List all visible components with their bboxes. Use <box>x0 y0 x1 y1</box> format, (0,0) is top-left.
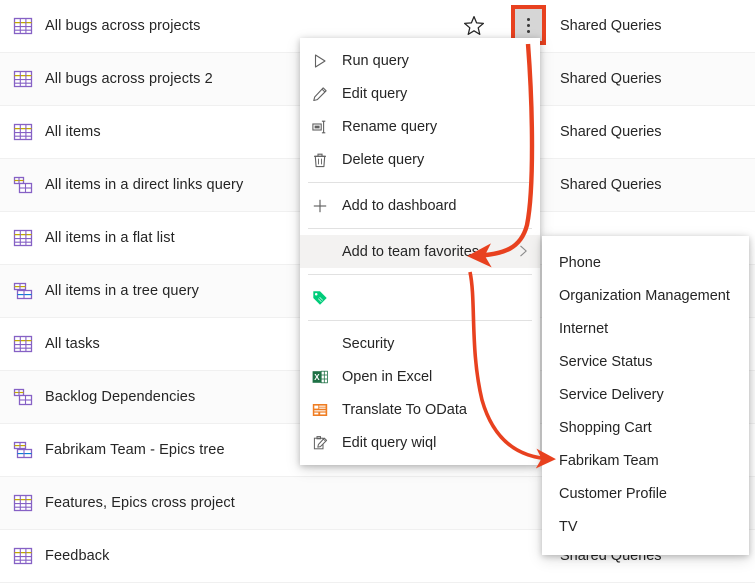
excel-icon: X <box>312 370 328 383</box>
pencil-icon <box>313 86 327 101</box>
menu-separator <box>308 320 532 321</box>
query-name: All tasks <box>45 336 100 352</box>
query-name: All items in a flat list <box>45 230 175 246</box>
submenu-item-label: Internet <box>559 320 609 337</box>
menu-item-label: Add to team favorites <box>342 243 480 260</box>
menu-item[interactable]: X Open in Excel <box>300 360 540 393</box>
submenu-item-label: Shopping Cart <box>559 419 652 436</box>
submenu-item-label: TV <box>559 518 578 535</box>
submenu-item-label: Service Delivery <box>559 386 664 403</box>
query-name: Features, Epics cross project <box>45 495 235 511</box>
query-folder-path: Shared Queries <box>560 71 662 87</box>
menu-item-label: Rename query <box>342 118 438 135</box>
submenu-item[interactable]: Organization Management <box>542 279 749 312</box>
flat-query-icon <box>13 70 33 88</box>
tag-icon <box>313 290 327 305</box>
menu-item[interactable]: Run query <box>300 44 540 77</box>
submenu-item[interactable]: Shopping Cart <box>542 411 749 444</box>
svg-text:X: X <box>314 373 320 382</box>
tree-query-icon <box>13 282 33 300</box>
chevron-right-icon <box>520 245 527 257</box>
submenu-item[interactable]: Service Status <box>542 345 749 378</box>
query-name: Fabrikam Team - Epics tree <box>45 442 225 458</box>
menu-item[interactable]: Security <box>300 327 540 360</box>
plus-icon <box>313 199 327 212</box>
menu-item[interactable]: Edit query wiql <box>300 426 540 459</box>
submenu-item[interactable]: Customer Profile <box>542 477 749 510</box>
query-context-menu: Run query Edit query Rename query Delete qu… <box>300 38 540 465</box>
submenu-item-label: Phone <box>559 254 601 271</box>
menu-item[interactable]: Edit query <box>300 77 540 110</box>
menu-item-label: Translate To OData <box>342 401 467 418</box>
menu-icon-placeholder <box>312 244 328 260</box>
query-folder-path: Shared Queries <box>560 18 662 34</box>
query-folder-path: Shared Queries <box>560 124 662 140</box>
rename-icon <box>312 120 326 133</box>
menu-icon-placeholder <box>312 336 328 352</box>
flat-query-icon <box>13 123 33 141</box>
query-name: All bugs across projects 2 <box>45 71 213 87</box>
flat-query-icon <box>13 547 33 565</box>
menu-item[interactable]: Translate To OData <box>300 393 540 426</box>
menu-item[interactable]: Rename query <box>300 110 540 143</box>
play-triangle-icon <box>314 53 326 68</box>
flat-query-icon <box>13 17 33 35</box>
menu-item-label: Delete query <box>342 151 425 168</box>
submenu-item[interactable]: TV <box>542 510 749 543</box>
menu-separator <box>308 274 532 275</box>
flat-query-icon <box>13 335 33 353</box>
menu-item[interactable] <box>300 281 540 314</box>
direct-links-query-icon <box>13 388 33 406</box>
submenu-item-label: Service Status <box>559 353 653 370</box>
menu-item-label: Add to dashboard <box>342 197 457 214</box>
submenu-item[interactable]: Service Delivery <box>542 378 749 411</box>
submenu-item[interactable]: Phone <box>542 246 749 279</box>
query-name: All items in a tree query <box>45 283 200 299</box>
submenu-item-label: Fabrikam Team <box>559 452 659 469</box>
menu-item-label: Edit query wiql <box>342 434 437 451</box>
query-folder-path: Shared Queries <box>560 177 662 193</box>
flat-query-icon <box>13 494 33 512</box>
edit-wiql-icon <box>313 435 328 449</box>
team-favorites-submenu: Phone Organization Management Internet Serv… <box>542 236 749 555</box>
query-name: All items in a direct links query <box>45 177 244 193</box>
submenu-item[interactable]: Internet <box>542 312 749 345</box>
odata-icon <box>312 403 328 416</box>
menu-item-label: Open in Excel <box>342 368 433 385</box>
query-name: All items <box>45 124 101 140</box>
query-name: All bugs across projects <box>45 18 201 34</box>
menu-item[interactable]: Add to team favorites <box>300 235 540 268</box>
query-name: Backlog Dependencies <box>45 389 196 405</box>
menu-item-label: Edit query <box>342 85 408 102</box>
menu-separator <box>308 228 532 229</box>
menu-item[interactable]: Delete query <box>300 143 540 176</box>
direct-links-query-icon <box>13 176 33 194</box>
tree-query-icon <box>13 441 33 459</box>
menu-item[interactable]: Add to dashboard <box>300 189 540 222</box>
menu-separator <box>308 182 532 183</box>
submenu-item-label: Customer Profile <box>559 485 667 502</box>
menu-item-label: Security <box>342 335 395 352</box>
trash-icon <box>314 153 326 167</box>
flat-query-icon <box>13 229 33 247</box>
submenu-item[interactable]: Fabrikam Team <box>542 444 749 477</box>
star-outline-icon[interactable] <box>462 14 486 38</box>
menu-item-label: Run query <box>342 52 409 69</box>
query-name: Feedback <box>45 548 110 564</box>
submenu-item-label: Organization Management <box>559 287 730 304</box>
